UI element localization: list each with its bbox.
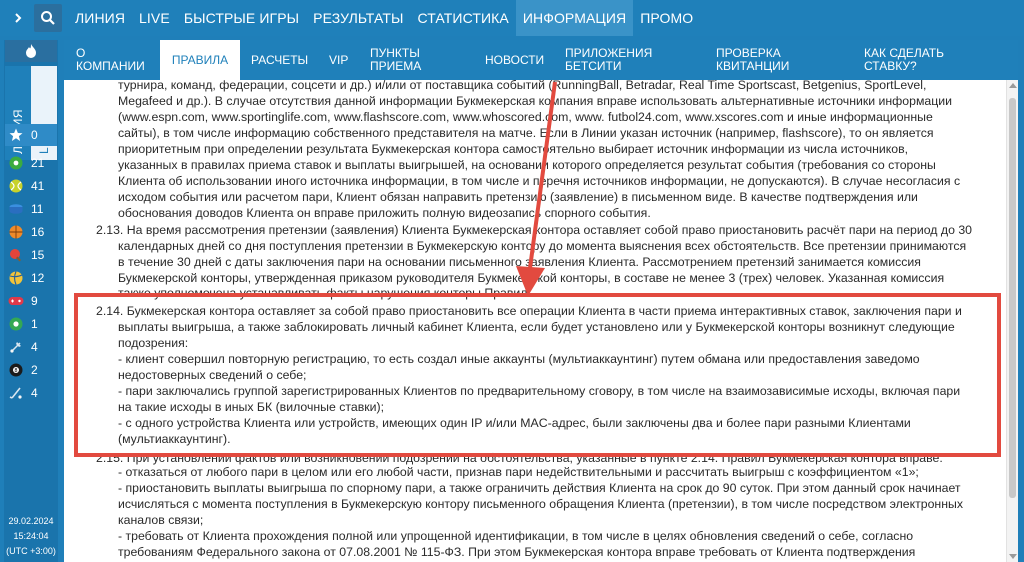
basketball-icon bbox=[5, 225, 27, 239]
star-icon bbox=[5, 128, 27, 142]
top-nav: ЛИНИЯ LIVE БЫСТРЫЕ ИГРЫ РЕЗУЛЬТАТЫ СТАТИ… bbox=[0, 0, 1024, 36]
collapse-chevron-icon[interactable] bbox=[4, 4, 32, 32]
nav-fast-games[interactable]: БЫСТРЫЕ ИГРЫ bbox=[177, 0, 306, 36]
nav-results[interactable]: РЕЗУЛЬТАТЫ bbox=[306, 0, 410, 36]
doc-line: указанных в правилах приема ставок и вып… bbox=[118, 158, 936, 172]
tab-apps[interactable]: ПРИЛОЖЕНИЯ БЕТСИТИ bbox=[565, 40, 665, 80]
doc-line: также уполномочена устанавливать факты н… bbox=[118, 286, 531, 300]
tab-rules[interactable]: ПРАВИЛА bbox=[160, 40, 240, 80]
doc-line: исчисляться с момента поступления в Букм… bbox=[118, 497, 963, 511]
doc-line: сайты), в том числе информацию собственн… bbox=[118, 126, 934, 140]
badminton-icon bbox=[5, 340, 27, 354]
doc-line: (www.espn.com, www.sportinglife.com, www… bbox=[118, 110, 933, 124]
sport-count: 16 bbox=[31, 225, 45, 239]
sport-count: 15 bbox=[31, 248, 45, 262]
doc-line: выплаты выигрыша, а также заблокировать … bbox=[118, 320, 955, 334]
volleyball-icon bbox=[5, 271, 27, 285]
sport-count: 9 bbox=[31, 294, 38, 308]
doc-line: исходом события или расчетом пари, Клиен… bbox=[118, 190, 918, 204]
sport-count: 1 bbox=[31, 317, 38, 331]
sport-count: 21 bbox=[31, 156, 45, 170]
hockey-puck-icon bbox=[5, 202, 27, 216]
doc-line: подозрения: bbox=[118, 336, 189, 350]
tab-news[interactable]: НОВОСТИ bbox=[485, 40, 565, 80]
doc-line: - отказаться от любого пари в целом или … bbox=[118, 465, 919, 479]
doc-line: календарных дней со дня поступления прет… bbox=[118, 239, 967, 253]
tab-about[interactable]: О КОМПАНИИ bbox=[76, 40, 156, 80]
clock-time: 15:24:04 bbox=[13, 531, 49, 541]
sport-count: 12 bbox=[31, 271, 45, 285]
sport-item-field-hockey[interactable]: 4 bbox=[5, 382, 57, 404]
scroll-down-icon[interactable] bbox=[1009, 554, 1017, 559]
scroll-thumb[interactable] bbox=[1009, 98, 1016, 498]
tab-vip[interactable]: VIP bbox=[329, 40, 359, 80]
doc-line: требованиям Федерального закона от 07.08… bbox=[118, 545, 916, 559]
tab-how-to-bet[interactable]: КАК СДЕЛАТЬ СТАВКУ? bbox=[864, 40, 964, 80]
sport-item-basketball[interactable]: 16 bbox=[5, 221, 57, 243]
clock-date: 29.02.2024 bbox=[8, 516, 54, 526]
sport-item-volleyball[interactable]: 12 bbox=[5, 267, 57, 289]
favorites-item[interactable]: 0 bbox=[5, 124, 57, 146]
doc-line: приоритетным при определении результата … bbox=[118, 142, 909, 156]
doc-line: на такие исходы в иных БК (вилочные став… bbox=[118, 400, 385, 414]
doc-line: недостоверных сведений о себе; bbox=[118, 368, 307, 382]
sport-item-badminton[interactable]: 4 bbox=[5, 336, 57, 358]
doc-line: турнира, команд, федерации, соцсети и др… bbox=[118, 80, 927, 92]
doc-line: - с одного устройства Клиента или устрой… bbox=[118, 416, 911, 430]
sport-count: 4 bbox=[31, 386, 38, 400]
clock-timezone: (UTC +3:00) bbox=[6, 546, 56, 556]
sport-item-hockey[interactable]: 11 bbox=[5, 198, 57, 220]
sport-item-futsal[interactable]: 1 bbox=[5, 313, 57, 335]
sport-item-tennis[interactable]: 41 bbox=[5, 175, 57, 197]
sports-sidebar: ЛИНИЯ LIVE 0 21 41 11 16 15 12 9 1 4 bbox=[4, 40, 58, 562]
doc-line: 2.14. Букмекерская контора оставляет за … bbox=[96, 304, 962, 318]
gamepad-icon bbox=[5, 295, 27, 307]
rules-document: турнира, команд, федерации, соцсети и др… bbox=[64, 80, 1004, 562]
sport-count: 41 bbox=[31, 179, 45, 193]
tab-points[interactable]: ПУНКТЫ ПРИЕМА bbox=[370, 40, 440, 80]
doc-line: (мультиаккаунтинг). bbox=[118, 432, 231, 446]
doc-line: - клиент совершил повторную регистрацию,… bbox=[118, 352, 920, 366]
tab-check-receipt[interactable]: ПРОВЕРКА КВИТАНЦИИ bbox=[716, 40, 816, 80]
field-hockey-icon bbox=[5, 386, 27, 400]
sport-count: 2 bbox=[31, 363, 38, 377]
futsal-icon bbox=[5, 317, 27, 331]
fire-icon[interactable] bbox=[5, 40, 57, 62]
doc-line: 2.13. На время рассмотрения претензии (з… bbox=[96, 223, 973, 237]
doc-scrollbar[interactable] bbox=[1006, 80, 1018, 562]
info-panel: О КОМПАНИИ ПРАВИЛА РАСЧЕТЫ VIP ПУНКТЫ ПР… bbox=[64, 40, 1018, 562]
doc-line: Megafeed и др.). В случае отсутствия дан… bbox=[118, 94, 953, 108]
doc-line: Букмекерской конторы, утвержденная прика… bbox=[118, 271, 945, 285]
nav-live[interactable]: LIVE bbox=[132, 0, 177, 36]
soccer-ball-icon bbox=[5, 156, 27, 170]
nav-statistics[interactable]: СТАТИСТИКА bbox=[410, 0, 515, 36]
main-menu: ЛИНИЯ LIVE БЫСТРЫЕ ИГРЫ РЕЗУЛЬТАТЫ СТАТИ… bbox=[68, 0, 700, 36]
scroll-up-icon[interactable] bbox=[1009, 83, 1017, 88]
favorites-count: 0 bbox=[31, 128, 38, 142]
svg-text:8: 8 bbox=[14, 368, 17, 374]
doc-line: - требовать от Клиента прохождения полно… bbox=[118, 529, 914, 543]
table-tennis-icon bbox=[5, 248, 27, 262]
sport-item-billiards[interactable]: 8 2 bbox=[5, 359, 57, 381]
sport-item-esports[interactable]: 9 bbox=[5, 290, 57, 312]
clock: 29.02.2024 15:24:04 (UTC +3:00) bbox=[4, 514, 58, 559]
nav-promo[interactable]: ПРОМО bbox=[633, 0, 700, 36]
doc-line: - пари заключались группой зарегистриров… bbox=[118, 384, 961, 398]
sport-count: 4 bbox=[31, 340, 38, 354]
doc-line: каналов связи; bbox=[118, 513, 204, 527]
nav-line[interactable]: ЛИНИЯ bbox=[68, 0, 132, 36]
billiards-icon: 8 bbox=[5, 363, 27, 377]
doc-line: обоснования доводов Клиента он вправе пр… bbox=[118, 206, 651, 220]
tennis-ball-icon bbox=[5, 179, 27, 193]
tab-payments[interactable]: РАСЧЕТЫ bbox=[251, 40, 321, 80]
nav-information[interactable]: ИНФОРМАЦИЯ bbox=[515, 0, 634, 36]
doc-line: - приостановить выплаты выигрыша по спор… bbox=[118, 481, 961, 495]
sport-item-soccer[interactable]: 21 bbox=[5, 152, 57, 174]
sport-count: 11 bbox=[31, 202, 44, 216]
doc-line: в течение 30 дней с даты заключения пари… bbox=[118, 255, 921, 269]
sport-item-table-tennis[interactable]: 15 bbox=[5, 244, 57, 266]
search-icon[interactable] bbox=[34, 4, 62, 32]
doc-line: Клиента об использовании иного источника… bbox=[118, 174, 961, 188]
info-tabs: О КОМПАНИИ ПРАВИЛА РАСЧЕТЫ VIP ПУНКТЫ ПР… bbox=[64, 40, 1018, 80]
